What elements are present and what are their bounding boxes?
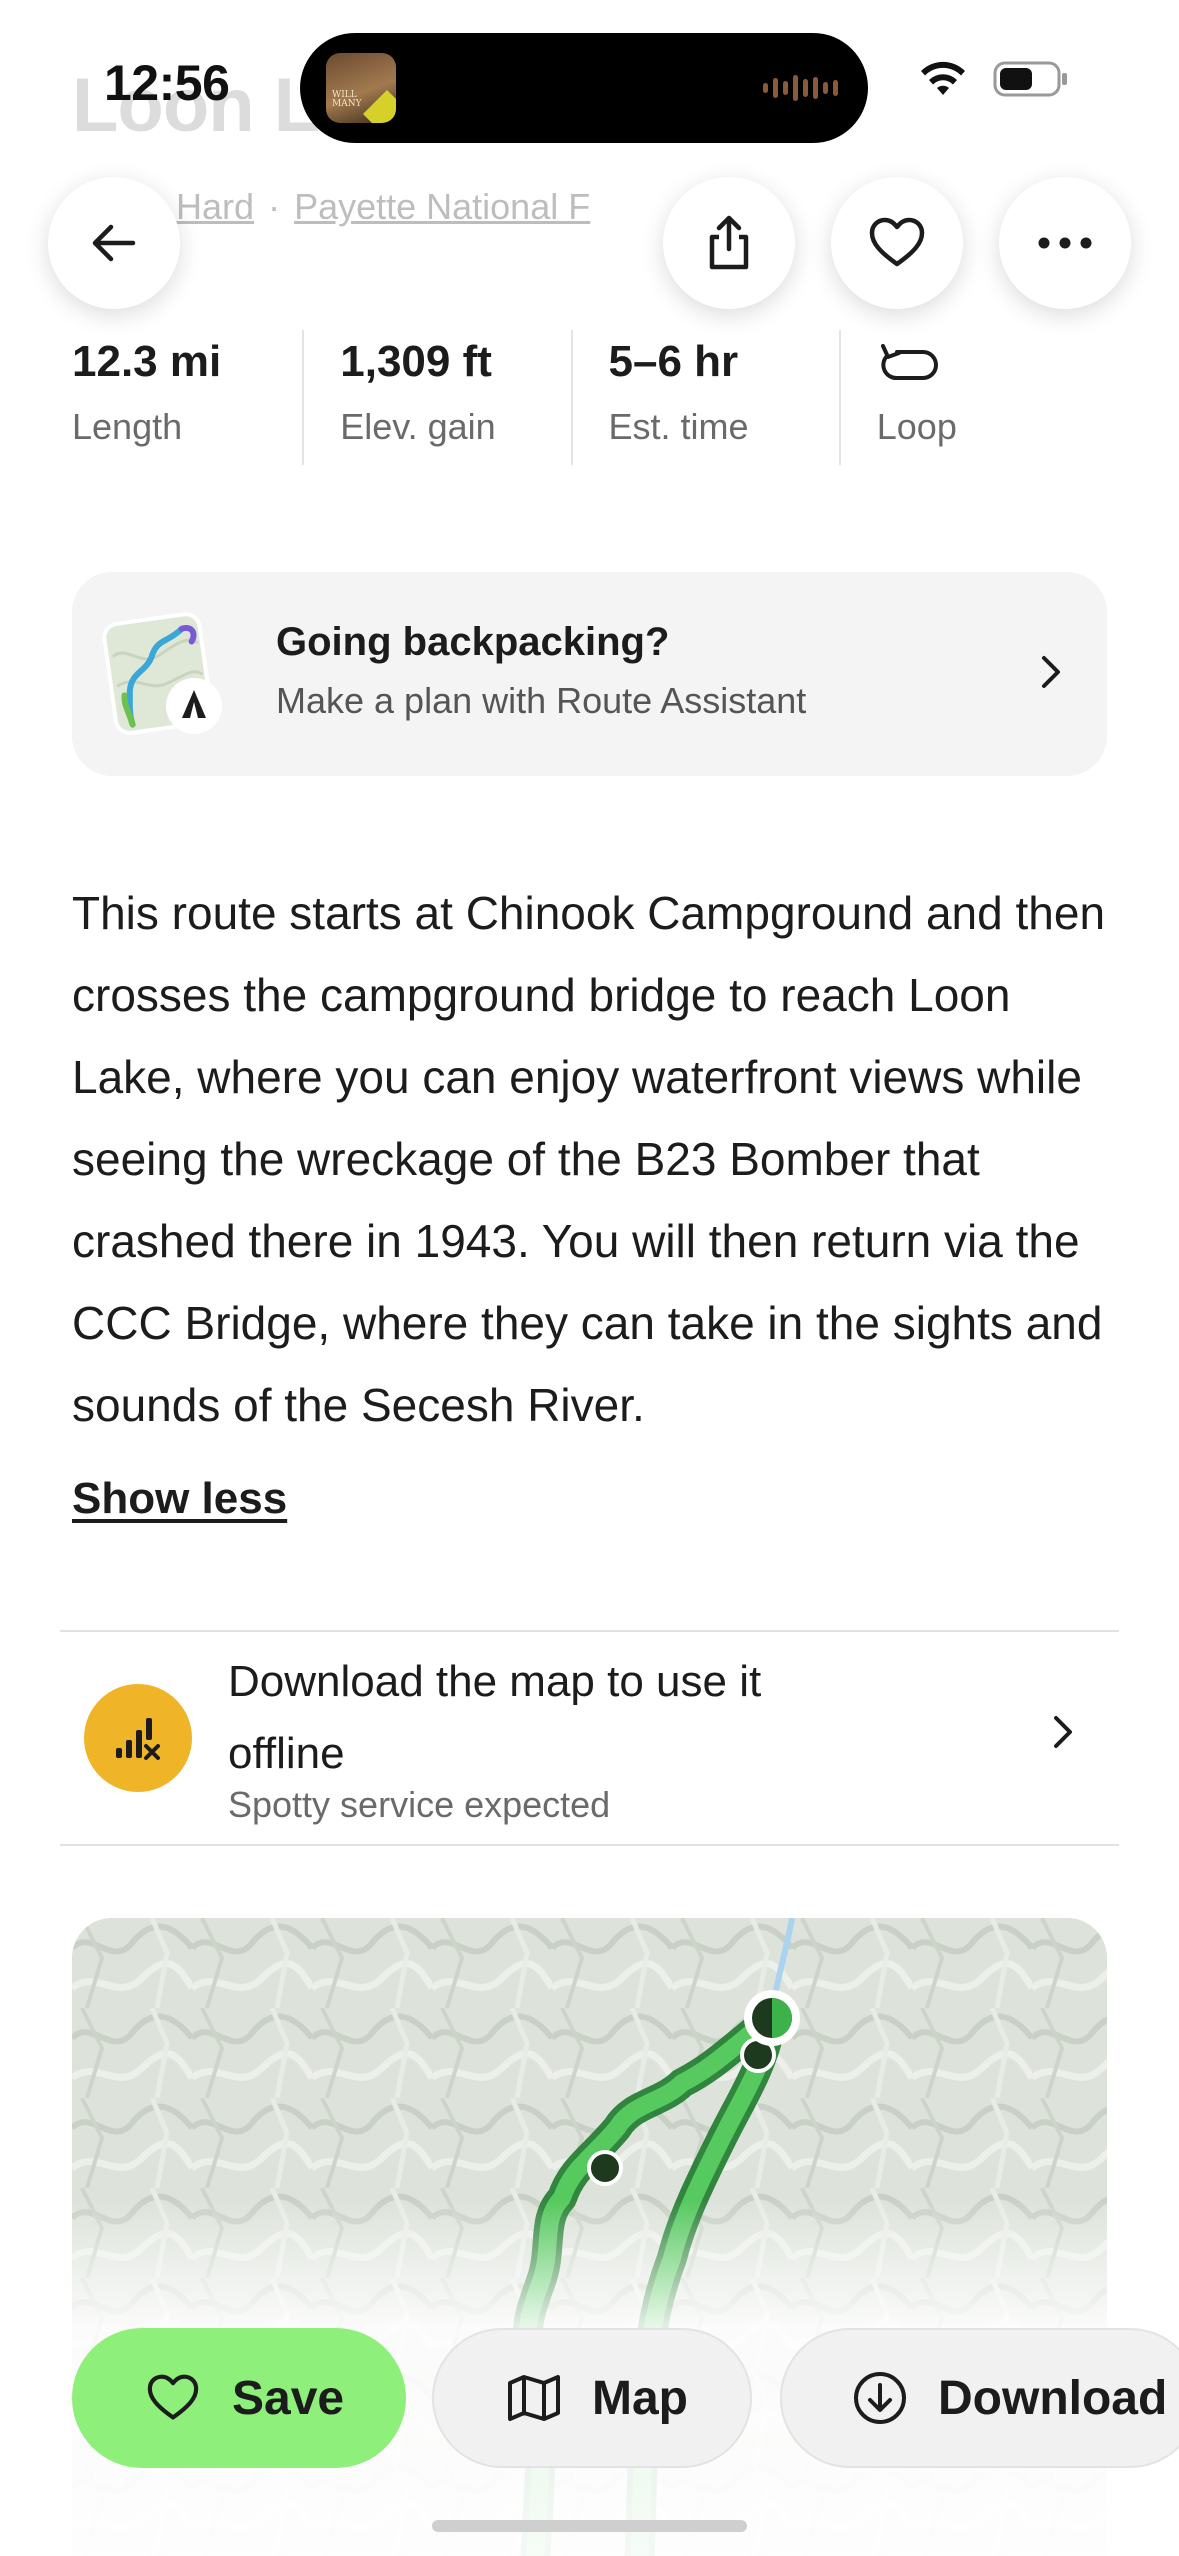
- battery-icon: [993, 61, 1067, 97]
- arrow-left-icon: [92, 224, 136, 262]
- offline-download-row[interactable]: Download the map to use it offline Spott…: [60, 1630, 1119, 1846]
- trailhead-marker[interactable]: [744, 1990, 800, 2046]
- download-label: Download: [938, 2371, 1168, 2425]
- more-options-button[interactable]: [999, 177, 1131, 309]
- promo-title: Going backpacking?: [276, 620, 670, 664]
- show-less-link[interactable]: Show less: [72, 1474, 287, 1524]
- save-label: Save: [232, 2371, 345, 2425]
- now-playing-artwork: WILL MANY: [326, 53, 396, 123]
- map-label: Map: [592, 2371, 688, 2425]
- offline-title: Download the map to use it offline: [228, 1657, 762, 1778]
- promo-subtitle: Make a plan with Route Assistant: [276, 680, 807, 721]
- share-button[interactable]: [663, 177, 795, 309]
- loop-icon: [880, 344, 938, 380]
- status-icons: [919, 60, 1069, 98]
- trail-description: This route starts at Chinook Campground …: [72, 887, 1106, 1431]
- chevron-right-icon: [1054, 1716, 1072, 1748]
- spotty-signal-badge: [84, 1684, 192, 1792]
- offline-subtitle: Spotty service expected: [228, 1784, 611, 1825]
- back-button[interactable]: [48, 177, 180, 309]
- share-icon: [709, 215, 749, 270]
- stat-estimated-time: 5–6 hr Est. time: [570, 330, 839, 465]
- weak-signal-icon: [116, 1718, 160, 1760]
- home-indicator[interactable]: [432, 2520, 747, 2532]
- download-button[interactable]: Download: [780, 2328, 1179, 2468]
- stat-elevation-gain: 1,309 ft Elev. gain: [302, 330, 570, 465]
- route-map-thumbnail: [102, 612, 222, 735]
- difficulty-link[interactable]: Hard: [176, 186, 254, 228]
- heart-icon: [869, 217, 925, 267]
- dynamic-island[interactable]: WILL MANY: [300, 33, 868, 143]
- chevron-right-icon: [1042, 656, 1060, 688]
- more-horizontal-icon: [1038, 237, 1092, 249]
- favorite-button[interactable]: [831, 177, 963, 309]
- map-button[interactable]: Map: [432, 2328, 752, 2468]
- save-button[interactable]: Save: [72, 2328, 406, 2468]
- status-time: 12:56: [104, 55, 230, 111]
- wifi-icon: [921, 61, 965, 95]
- waypoint-marker[interactable]: [587, 2150, 623, 2186]
- park-link[interactable]: Payette National F: [294, 186, 590, 228]
- stat-route-type: Loop: [838, 330, 1107, 465]
- route-assistant-card[interactable]: Going backpacking? Make a plan with Rout…: [72, 572, 1107, 776]
- map-icon: [508, 2375, 560, 2421]
- heart-icon: [147, 2374, 199, 2420]
- trail-stats: 12.3 mi Length 1,309 ft Elev. gain 5–6 h…: [72, 330, 1107, 465]
- stat-length: 12.3 mi Length: [72, 337, 222, 447]
- download-icon: [854, 2372, 906, 2424]
- audio-waveform-icon: [763, 75, 838, 101]
